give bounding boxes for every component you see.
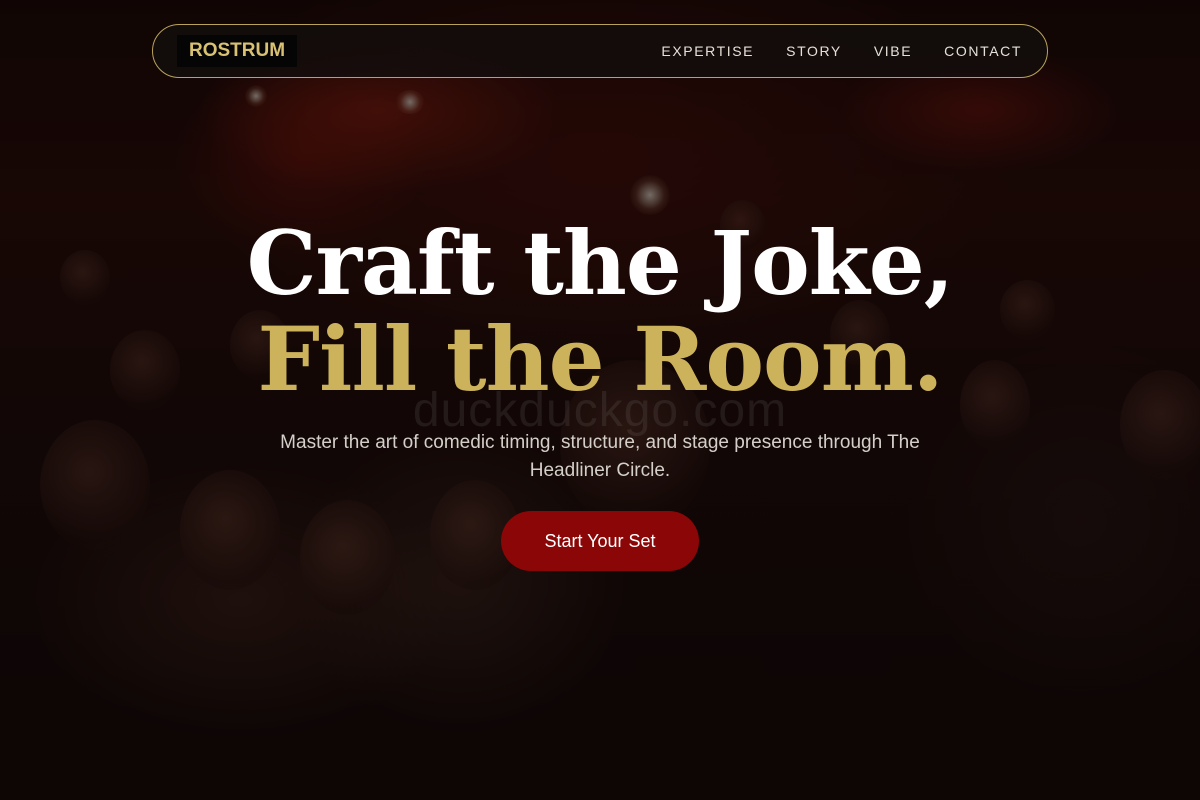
nav-link-vibe[interactable]: VIBE	[874, 43, 912, 59]
nav-link-story[interactable]: STORY	[786, 43, 842, 59]
headline-line-1: Craft the Joke,	[246, 211, 955, 315]
nav-links: EXPERTISE STORY VIBE CONTACT	[629, 43, 1022, 59]
hero-section: Craft the Joke, Fill the Room. duckduckg…	[0, 215, 1200, 571]
hero-headline: Craft the Joke, Fill the Room.	[0, 215, 1200, 407]
top-navigation-bar: ROSTRUM EXPERTISE STORY VIBE CONTACT	[152, 24, 1048, 78]
brand-logo[interactable]: ROSTRUM	[177, 35, 298, 67]
image-watermark: duckduckgo.com	[412, 384, 788, 437]
start-your-set-button[interactable]: Start Your Set	[501, 511, 699, 571]
nav-link-expertise[interactable]: EXPERTISE	[661, 43, 754, 59]
nav-link-contact[interactable]: CONTACT	[944, 43, 1022, 59]
